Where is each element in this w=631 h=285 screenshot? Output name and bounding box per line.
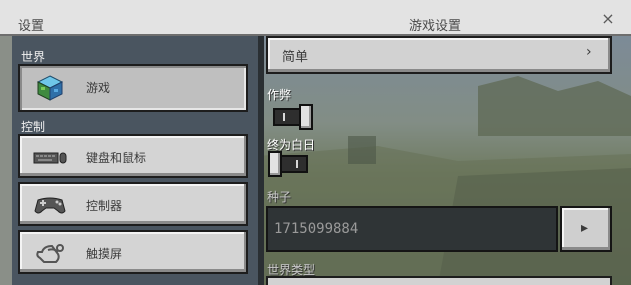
title-bar: 设置 游戏设置 × xyxy=(0,0,631,36)
seed-value: 1715099884 xyxy=(274,221,359,237)
keyboard-mouse-icon xyxy=(32,144,68,170)
close-icon[interactable]: × xyxy=(600,11,616,27)
sidebar-item-keyboard-mouse[interactable]: 键盘和鼠标 xyxy=(18,134,248,178)
section-label-world: 世界 xyxy=(21,50,46,64)
sidebar-item-game[interactable]: 游戏 xyxy=(18,64,248,112)
panel-divider xyxy=(258,36,264,285)
world-type-selector[interactable] xyxy=(266,276,612,285)
settings-title: 设置 xyxy=(18,19,45,34)
sidebar-item-label: 键盘和鼠标 xyxy=(86,151,147,165)
sidebar-item-label: 游戏 xyxy=(86,81,111,95)
seed-label: 种子 xyxy=(267,190,292,204)
gamepad-icon xyxy=(32,192,68,218)
sidebar-item-label: 控制器 xyxy=(86,199,123,213)
seed-input[interactable]: 1715099884 xyxy=(266,206,558,252)
world-cube-icon xyxy=(32,74,68,101)
sidebar-item-controller[interactable]: 控制器 xyxy=(18,182,248,226)
cheats-label: 作弊 xyxy=(267,88,292,102)
toggle-knob[interactable] xyxy=(268,151,282,177)
touch-hand-icon xyxy=(32,240,68,266)
section-label-controls: 控制 xyxy=(21,120,46,134)
settings-screen: 设置 游戏设置 × 世界 游戏 控制 键盘和鼠标 控制器 触摸屏 简单 › 作弊… xyxy=(0,0,631,285)
always-day-toggle[interactable] xyxy=(268,151,308,177)
chevron-right-icon: › xyxy=(586,44,592,60)
sidebar: 世界 游戏 控制 键盘和鼠标 控制器 触摸屏 xyxy=(12,36,258,285)
game-settings-title: 游戏设置 xyxy=(409,19,462,34)
difficulty-value: 简单 xyxy=(282,50,309,65)
cheats-toggle[interactable] xyxy=(273,104,313,130)
toggle-off-mark xyxy=(296,160,298,168)
difficulty-selector[interactable]: 简单 › xyxy=(266,36,612,74)
seed-picker-button[interactable]: ▸ xyxy=(560,206,612,252)
toggle-on-mark xyxy=(283,113,285,121)
sidebar-item-label: 触摸屏 xyxy=(86,247,123,261)
toggle-knob[interactable] xyxy=(299,104,313,130)
sidebar-item-touchscreen[interactable]: 触摸屏 xyxy=(18,230,248,274)
play-arrow-icon: ▸ xyxy=(581,220,589,236)
